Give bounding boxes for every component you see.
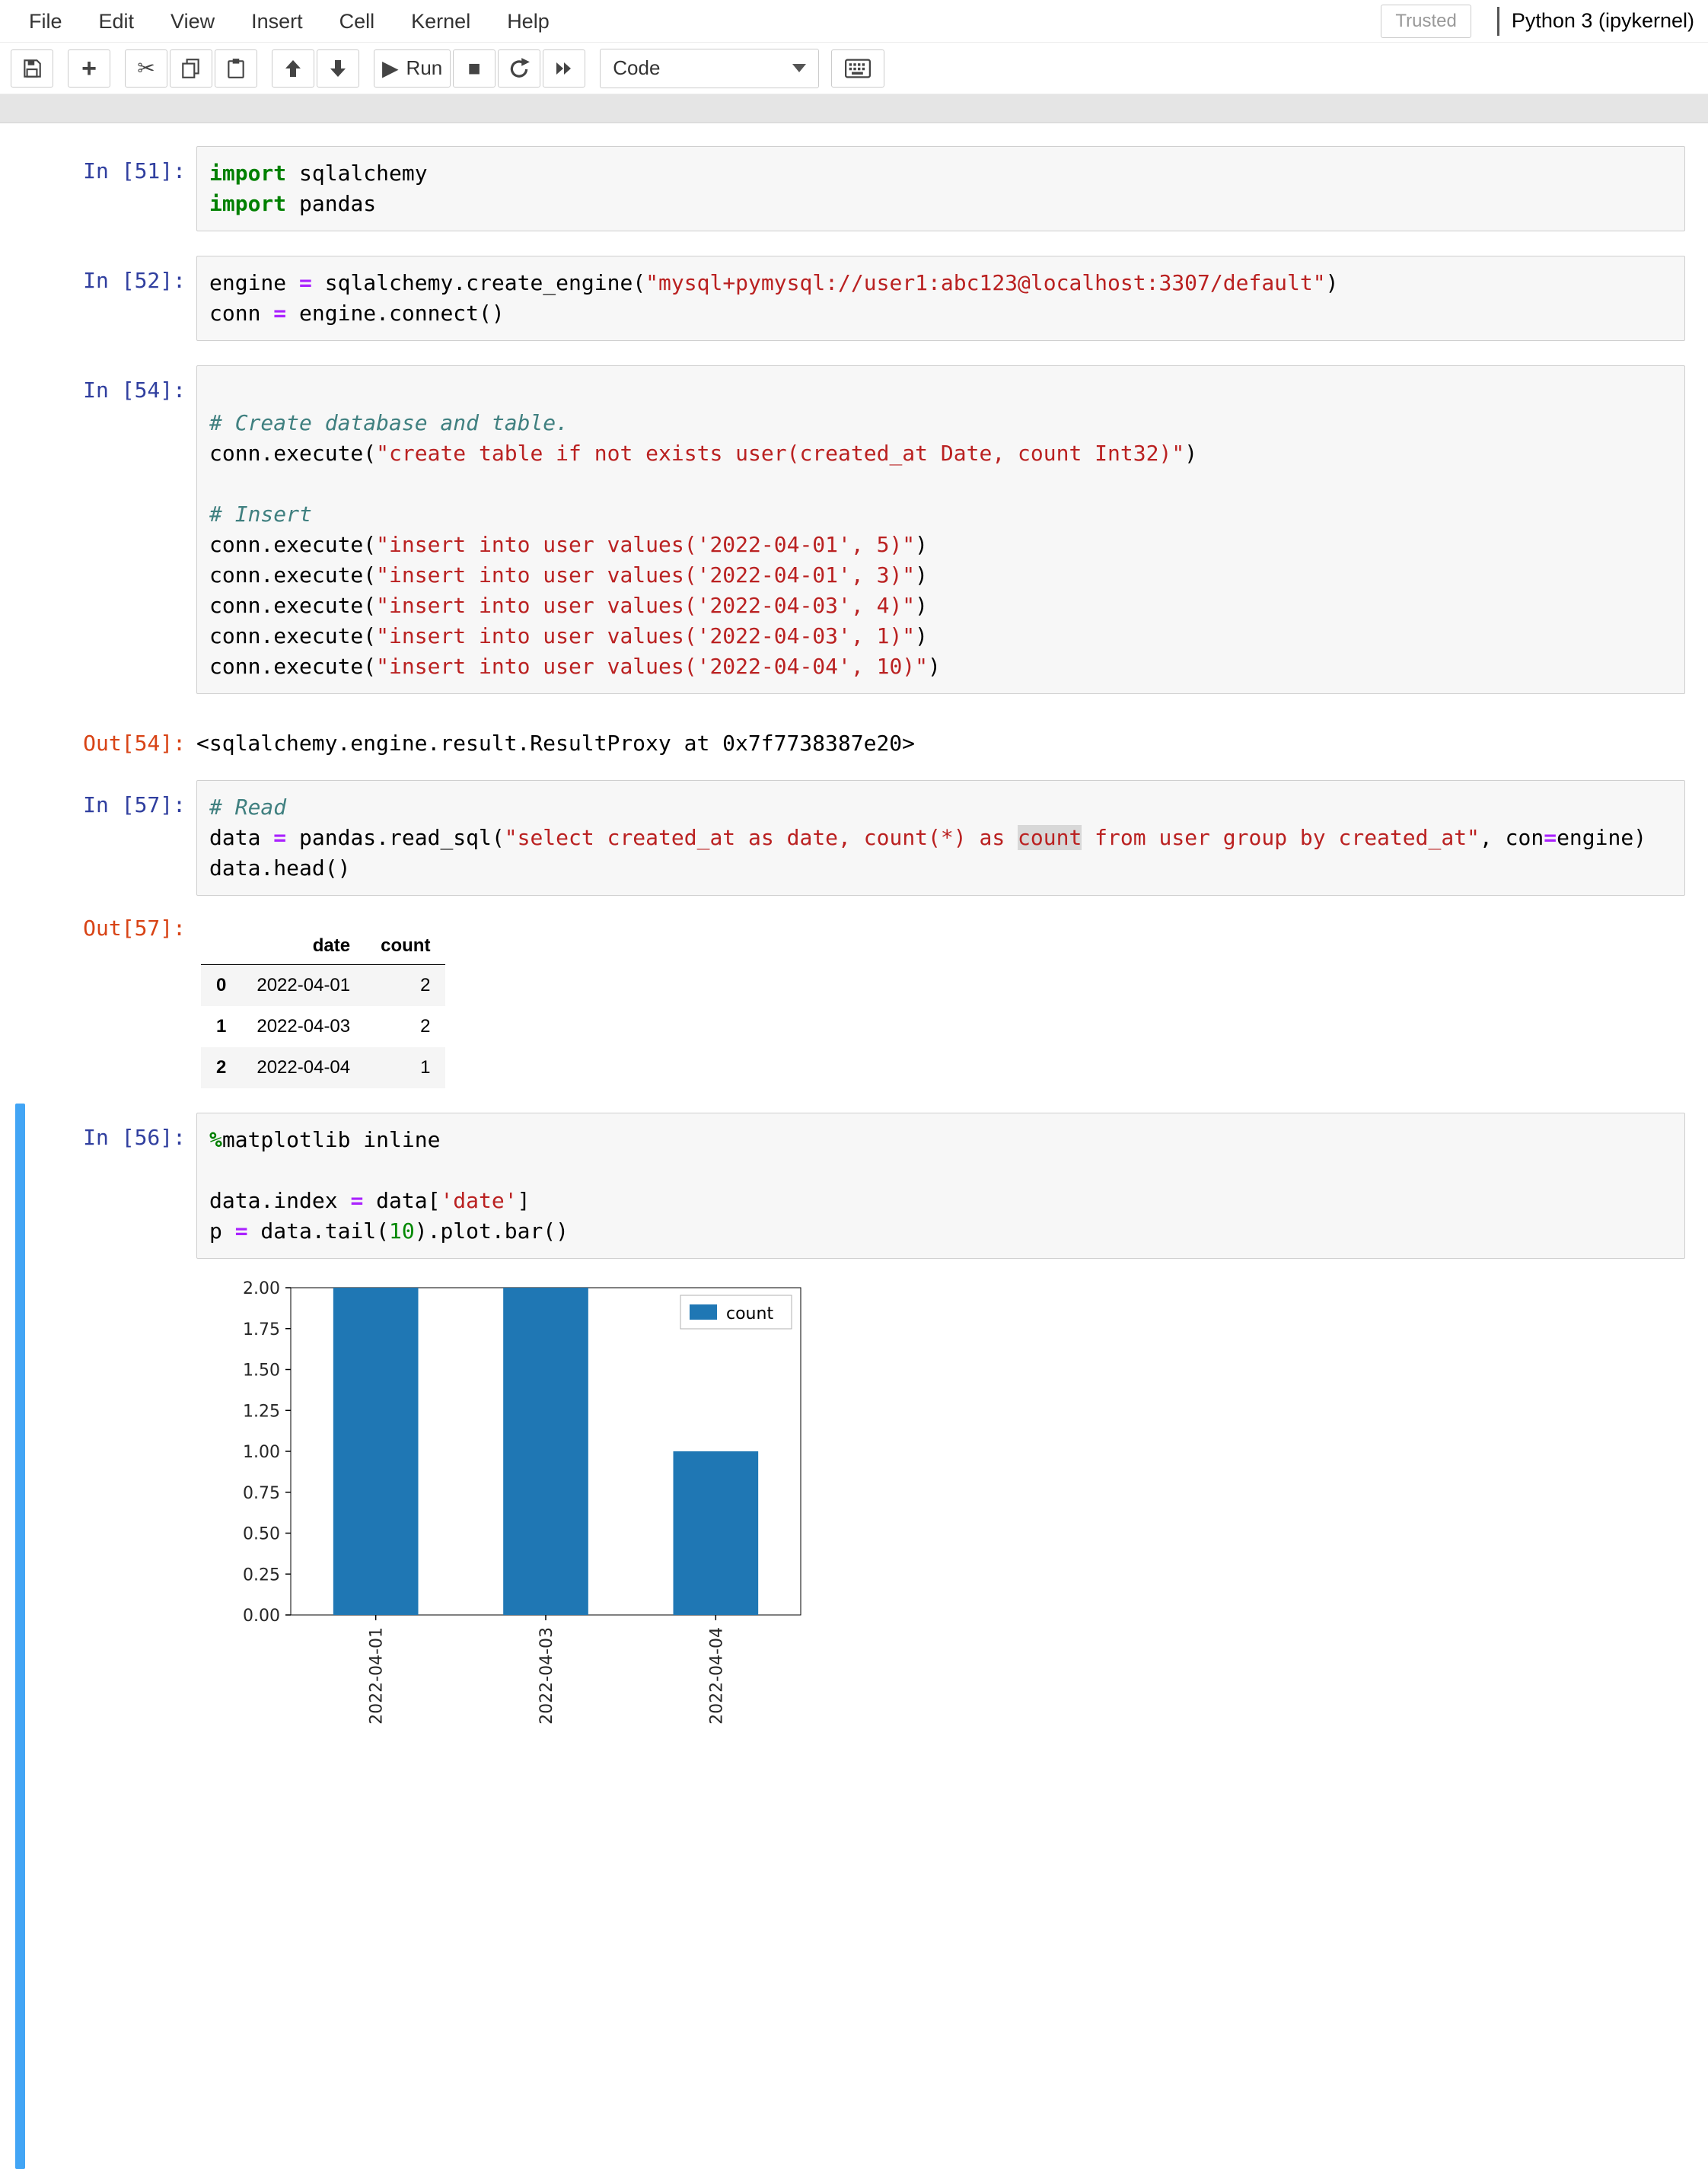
clipboard-icon [225, 57, 247, 80]
svg-text:2022-04-01: 2022-04-01 [368, 1627, 387, 1725]
notebook-top-band [0, 94, 1708, 123]
svg-text:2.00: 2.00 [243, 1279, 280, 1298]
svg-text:0.50: 0.50 [243, 1525, 280, 1544]
plus-icon: + [81, 56, 97, 81]
menu-view[interactable]: View [152, 0, 233, 43]
toolbar: + ✂ ▶ Run ■ [0, 43, 1708, 94]
fast-forward-icon [553, 58, 575, 79]
code-editor-56[interactable]: %matplotlib inline data.index = data['da… [196, 1113, 1685, 1259]
menu-insert[interactable]: Insert [233, 0, 321, 43]
output-prompt: Out[54]: [0, 718, 196, 756]
add-cell-button[interactable]: + [68, 49, 110, 88]
menu-file[interactable]: File [11, 0, 81, 43]
jupyter-notebook: { "menu": { "items": ["File", "Edit", "V… [0, 0, 1708, 1635]
copy-cells-button[interactable] [170, 49, 212, 88]
interrupt-kernel-button[interactable]: ■ [453, 49, 496, 88]
dataframe-output: datecount02022-04-01212022-04-03222022-0… [196, 903, 445, 1088]
svg-text:1.00: 1.00 [243, 1443, 280, 1462]
svg-text:0.75: 0.75 [243, 1484, 280, 1503]
menu-edit[interactable]: Edit [81, 0, 153, 43]
menu-kernel[interactable]: Kernel [393, 0, 489, 43]
svg-text:2022-04-03: 2022-04-03 [537, 1627, 556, 1725]
input-prompt: In [52]: [0, 256, 196, 293]
output-cell-57: Out[57]: datecount02022-04-01212022-04-0… [0, 903, 1708, 1088]
cell-type-value: Code [613, 56, 660, 80]
restart-run-all-button[interactable] [543, 49, 585, 88]
menu-cell[interactable]: Cell [321, 0, 394, 43]
run-button[interactable]: ▶ Run [374, 49, 451, 88]
bar-chart: 0.00 0.25 0.50 0.75 1.00 1.25 1.50 1.75 2.00 2022… [199, 1277, 915, 1753]
kernel-divider [1497, 7, 1499, 36]
svg-text:2022-04-04: 2022-04-04 [707, 1627, 726, 1725]
code-cell-57: In [57]: # Readdata = pandas.read_sql("s… [0, 780, 1708, 896]
notebook-area: In [51]: import sqlalchemyimport pandas … [0, 123, 1708, 1753]
code-cell-52: In [52]: engine = sqlalchemy.create_engi… [0, 256, 1708, 341]
svg-text:count: count [726, 1304, 773, 1323]
code-editor-54[interactable]: # Create database and table.conn.execute… [196, 365, 1685, 694]
play-icon: ▶ [382, 58, 399, 79]
selected-cell: In [56]: %matplotlib inline data.index =… [0, 1113, 1708, 1753]
svg-text:1.75: 1.75 [243, 1320, 280, 1339]
svg-text:0.25: 0.25 [243, 1565, 280, 1585]
svg-text:1.25: 1.25 [243, 1402, 280, 1421]
stop-icon: ■ [468, 58, 481, 79]
restart-icon [508, 57, 531, 80]
copy-icon [180, 57, 202, 80]
chevron-down-icon [792, 64, 806, 72]
code-editor-57[interactable]: # Readdata = pandas.read_sql("select cre… [196, 780, 1685, 896]
code-editor-51[interactable]: import sqlalchemyimport pandas [196, 146, 1685, 231]
menu-bar: File Edit View Insert Cell Kernel Help T… [0, 0, 1708, 43]
run-label: Run [406, 56, 443, 80]
arrow-up-icon [282, 58, 304, 79]
code-cell-54: In [54]: # Create database and table.con… [0, 365, 1708, 694]
scissors-icon: ✂ [137, 58, 155, 79]
arrow-down-icon [327, 58, 349, 79]
output-cell-54: Out[54]: <sqlalchemy.engine.result.Resul… [0, 718, 1708, 756]
save-button[interactable] [11, 49, 53, 88]
result-proxy-text: <sqlalchemy.engine.result.ResultProxy at… [196, 718, 915, 756]
input-prompt: In [51]: [0, 146, 196, 183]
command-palette-button[interactable] [831, 49, 884, 88]
input-prompt: In [56]: [0, 1113, 196, 1150]
header-right: Trusted Python 3 (ipykernel) [1381, 5, 1700, 38]
input-prompt: In [54]: [0, 365, 196, 403]
code-cell-51: In [51]: import sqlalchemyimport pandas [0, 146, 1708, 231]
menu-help[interactable]: Help [489, 0, 568, 43]
move-cell-up-button[interactable] [272, 49, 314, 88]
main-menu: File Edit View Insert Cell Kernel Help [11, 0, 568, 43]
restart-kernel-button[interactable] [498, 49, 540, 88]
dataframe-table: datecount02022-04-01212022-04-03222022-0… [196, 928, 445, 1088]
svg-text:0.00: 0.00 [243, 1607, 280, 1626]
cell-type-dropdown[interactable]: Code [600, 49, 819, 88]
trusted-button[interactable]: Trusted [1381, 5, 1471, 38]
kernel-name: Python 3 (ipykernel) [1512, 9, 1700, 33]
code-editor-52[interactable]: engine = sqlalchemy.create_engine("mysql… [196, 256, 1685, 341]
cut-cells-button[interactable]: ✂ [125, 49, 167, 88]
empty-prompt [0, 1266, 196, 1279]
output-cell-56: 0.00 0.25 0.50 0.75 1.00 1.25 1.50 1.75 2.00 2022… [0, 1266, 1708, 1753]
move-cell-down-button[interactable] [317, 49, 359, 88]
input-prompt: In [57]: [0, 780, 196, 817]
keyboard-icon [845, 59, 871, 78]
svg-text:1.50: 1.50 [243, 1362, 280, 1381]
paste-cells-button[interactable] [215, 49, 257, 88]
output-prompt: Out[57]: [0, 903, 196, 941]
selected-cell-indicator [15, 1104, 25, 2169]
code-cell-56: In [56]: %matplotlib inline data.index =… [0, 1113, 1708, 1259]
save-icon [21, 57, 43, 80]
